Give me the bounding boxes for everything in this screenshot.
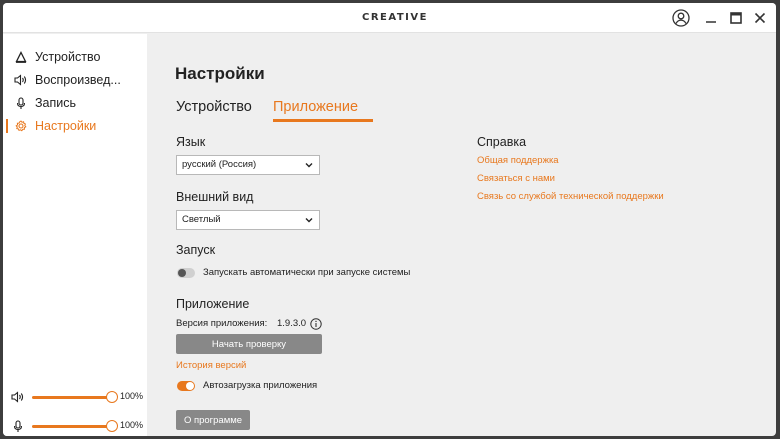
minimize-icon[interactable]	[701, 8, 721, 28]
app-window: CREATIVE Устройство Воспроизвед... Запис…	[3, 3, 776, 436]
playback-volume-slider[interactable]	[32, 391, 118, 403]
speaker-icon	[13, 72, 29, 88]
application-label: Приложение	[176, 297, 250, 311]
language-select-value: русский (Россия)	[182, 159, 257, 170]
sidebar: Устройство Воспроизвед... Запись Настрой…	[3, 34, 147, 436]
playback-volume-thumb[interactable]	[106, 391, 118, 403]
record-volume-control: 100%	[3, 418, 147, 434]
autoupdate-toggle[interactable]	[177, 381, 195, 391]
record-volume-value: 100%	[120, 420, 144, 430]
sidebar-item-record[interactable]: Запись	[3, 93, 147, 113]
help-label: Справка	[477, 135, 527, 149]
creative-logo: CREATIVE	[362, 12, 428, 23]
sidebar-item-label: Запись	[35, 96, 77, 110]
contact-us-link[interactable]: Связаться с нами	[477, 173, 555, 184]
info-icon[interactable]	[310, 318, 322, 330]
autostart-toggle[interactable]	[177, 268, 195, 278]
toggle-knob	[178, 269, 186, 277]
maximize-icon[interactable]	[726, 8, 746, 28]
gear-icon	[13, 118, 29, 134]
tab-application[interactable]: Приложение	[273, 99, 358, 115]
appearance-select[interactable]: Светлый	[176, 210, 320, 230]
tab-device[interactable]: Устройство	[176, 99, 252, 115]
sidebar-item-device[interactable]: Устройство	[3, 47, 147, 67]
sidebar-item-label: Устройство	[35, 50, 101, 64]
chevron-down-icon	[305, 218, 313, 223]
speaker-icon	[11, 390, 25, 404]
toggle-knob	[186, 382, 194, 390]
sidebar-item-label: Настройки	[35, 119, 97, 133]
tech-support-link[interactable]: Связь со службой технической поддержки	[477, 191, 664, 202]
version-history-link[interactable]: История версий	[176, 360, 246, 371]
startup-label: Запуск	[176, 243, 216, 257]
device-icon	[13, 49, 29, 65]
about-button[interactable]: О программе	[176, 410, 250, 430]
microphone-icon	[13, 95, 29, 111]
playback-volume-control: 100%	[3, 389, 147, 405]
version-value: 1.9.3.0	[277, 318, 307, 329]
appearance-select-value: Светлый	[182, 214, 221, 225]
language-label: Язык	[176, 135, 206, 149]
playback-volume-value: 100%	[120, 391, 144, 401]
chevron-down-icon	[305, 163, 313, 168]
microphone-icon	[11, 419, 25, 433]
version-label: Версия приложения:	[176, 318, 268, 329]
record-volume-slider[interactable]	[32, 420, 118, 432]
appearance-label: Внешний вид	[176, 190, 254, 204]
settings-panel: Настройки Устройство Приложение Язык рус…	[147, 34, 776, 436]
autoupdate-label: Автозагрузка приложения	[203, 380, 318, 391]
active-tab-indicator	[273, 119, 373, 122]
close-icon[interactable]	[750, 8, 770, 28]
autostart-label: Запускать автоматически при запуске сист…	[203, 267, 411, 278]
sidebar-item-label: Воспроизвед...	[35, 73, 121, 87]
language-select[interactable]: русский (Россия)	[176, 155, 320, 175]
account-icon[interactable]	[671, 8, 691, 28]
record-volume-thumb[interactable]	[106, 420, 118, 432]
general-support-link[interactable]: Общая поддержка	[477, 155, 559, 166]
page-title: Настройки	[175, 64, 265, 83]
sidebar-item-playback[interactable]: Воспроизвед...	[3, 70, 147, 90]
title-bar: CREATIVE	[3, 3, 776, 33]
sidebar-item-settings[interactable]: Настройки	[3, 116, 147, 136]
check-updates-button[interactable]: Начать проверку	[176, 334, 322, 354]
